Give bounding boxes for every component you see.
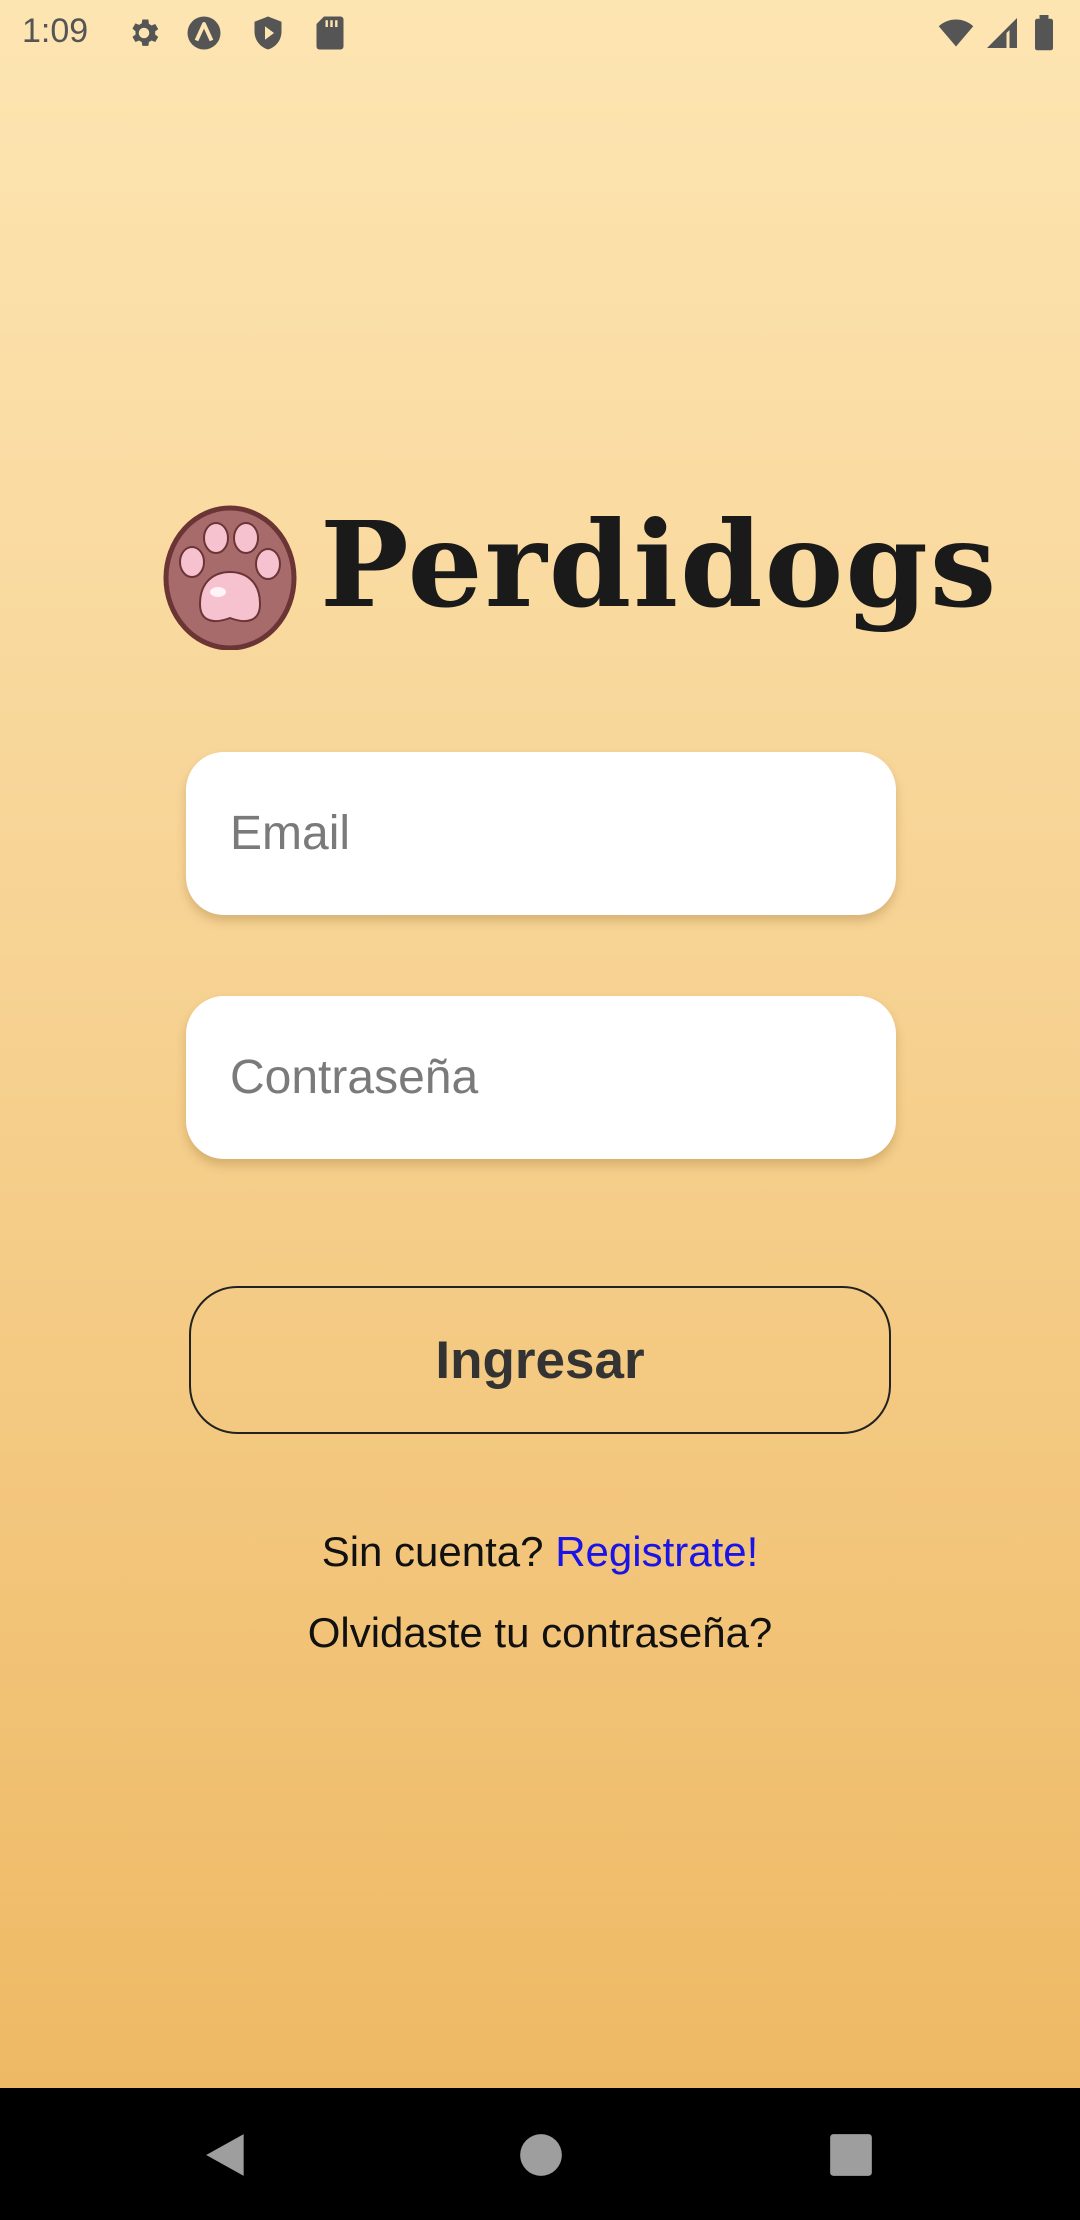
shield-play-icon	[250, 15, 286, 51]
settings-icon	[126, 15, 162, 51]
signal-icon	[984, 15, 1020, 51]
forgot-password-link[interactable]: Olvidaste tu contraseña?	[0, 1609, 1080, 1657]
status-bar: 1:09	[0, 0, 1080, 66]
app-logo: Perdidogs	[160, 500, 996, 660]
signup-link[interactable]: Registrate!	[555, 1528, 758, 1575]
login-button[interactable]: Ingresar	[189, 1286, 891, 1434]
password-field-container	[186, 996, 896, 1159]
back-icon[interactable]	[202, 2130, 252, 2180]
login-button-label: Ingresar	[435, 1330, 645, 1390]
signup-prompt: Sin cuenta?	[321, 1528, 544, 1575]
wifi-icon	[936, 15, 976, 51]
battery-icon	[1030, 15, 1058, 51]
brand-name: Perdidogs	[320, 495, 999, 634]
app-a-icon	[186, 15, 222, 51]
navigation-bar	[0, 2088, 1080, 2220]
login-screen: 1:09 Perdidogs Email Ingresar Sin cuenta…	[0, 0, 1080, 2088]
email-field-container	[186, 752, 896, 915]
paw-icon	[160, 500, 300, 650]
recents-icon[interactable]	[826, 2130, 876, 2180]
status-time: 1:09	[22, 12, 89, 50]
signup-line: Sin cuenta? Registrate!	[0, 1528, 1080, 1576]
home-icon[interactable]	[516, 2130, 566, 2180]
password-input[interactable]	[230, 996, 852, 1159]
email-input[interactable]	[230, 752, 852, 915]
sd-card-icon	[312, 15, 348, 51]
